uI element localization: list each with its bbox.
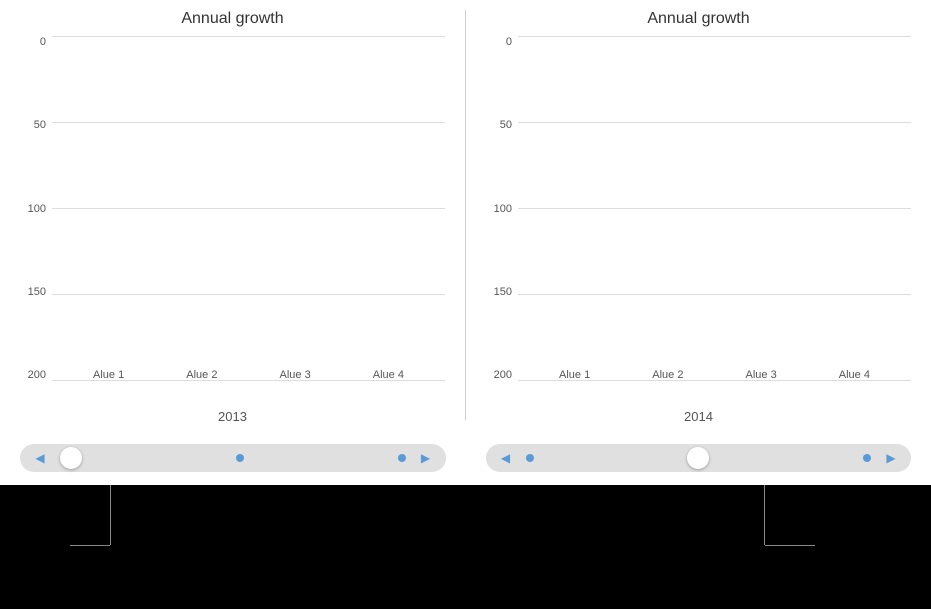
annotation-line-v-left — [110, 485, 111, 545]
chart-2-year: 2014 — [684, 409, 713, 424]
bar-label: Alue 2 — [186, 369, 217, 381]
chart-2-bars: Alue 1 Alue 2 Alue 3 Alue 4 — [518, 36, 911, 381]
slider-1-right-btn[interactable]: ▶ — [414, 446, 438, 470]
bottom-area — [0, 485, 931, 609]
chart-1-year: 2013 — [218, 409, 247, 424]
slider-1-thumb[interactable] — [60, 447, 82, 469]
chart-1: Annual growth 200 150 100 50 0 Alue 1Alu… — [0, 0, 465, 430]
slider-1-dot-1 — [236, 454, 244, 462]
slider-2-inner — [518, 447, 880, 469]
chart-1-bars: Alue 1 Alue 2 Alue 3 Alue 4 — [52, 36, 445, 381]
chart-2-title: Annual growth — [647, 10, 749, 28]
bar-label: Alue 3 — [746, 369, 777, 381]
slider-2-track[interactable]: ◀ ▶ — [486, 444, 912, 472]
bar-label: Alue 4 — [839, 369, 870, 381]
chart-1-title: Annual growth — [181, 10, 283, 28]
slider-1-dot-2 — [398, 454, 406, 462]
sliders-area: ◀ ▶ ◀ ▶ — [0, 430, 931, 485]
bar-group: Alue 4 — [342, 365, 435, 381]
bar-group: Alue 2 — [155, 365, 248, 381]
slider-1: ◀ ▶ — [0, 444, 466, 472]
bar-label: Alue 2 — [652, 369, 683, 381]
bar-label: Alue 4 — [373, 369, 404, 381]
bar-group: Alue 3 — [715, 365, 808, 381]
annotation-line-h-left — [70, 545, 110, 546]
bar-group: Alue 4 — [808, 365, 901, 381]
slider-2-right-btn[interactable]: ▶ — [879, 446, 903, 470]
chart-2: Annual growth 200 150 100 50 0 Alue 1Alu… — [466, 0, 931, 430]
chart-2-y-axis: 200 150 100 50 0 — [486, 36, 518, 405]
slider-1-left-btn[interactable]: ◀ — [28, 446, 52, 470]
slider-2: ◀ ▶ — [466, 444, 931, 472]
slider-2-thumb[interactable] — [687, 447, 709, 469]
chart-1-body: Alue 1 Alue 2 Alue 3 Alue 4 — [52, 36, 445, 405]
bar-label: Alue 3 — [280, 369, 311, 381]
bar-label: Alue 1 — [93, 369, 124, 381]
annotation-line-v-right — [764, 485, 765, 545]
bar-group: Alue 3 — [249, 365, 342, 381]
slider-2-dot-1 — [526, 454, 534, 462]
bar-group: Alue 2 — [621, 365, 714, 381]
bar-group: Alue 1 — [528, 365, 621, 381]
annotation-line-h-right — [765, 545, 815, 546]
slider-2-dot-2 — [863, 454, 871, 462]
slider-2-left-btn[interactable]: ◀ — [494, 446, 518, 470]
bar-group: Alue 1 — [62, 365, 155, 381]
chart-1-y-axis: 200 150 100 50 0 — [20, 36, 52, 405]
bar-label: Alue 1 — [559, 369, 590, 381]
chart-2-body: Alue 1 Alue 2 Alue 3 Alue 4 — [518, 36, 911, 405]
slider-1-track[interactable]: ◀ ▶ — [20, 444, 446, 472]
slider-1-inner — [52, 447, 414, 469]
